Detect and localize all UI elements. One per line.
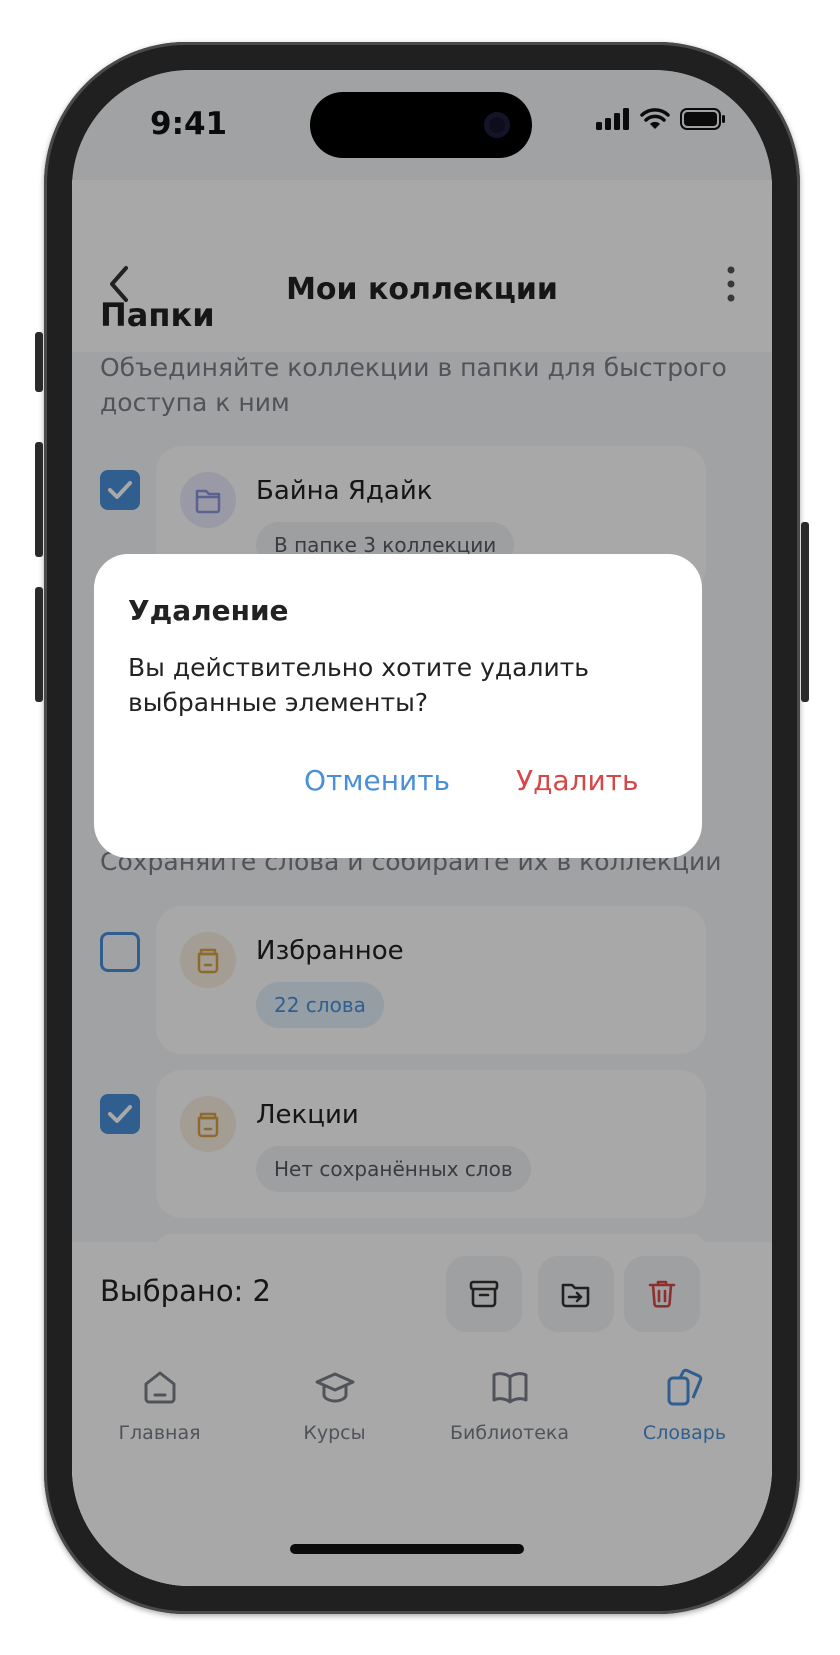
volume-down-button [35, 587, 43, 702]
mute-switch [35, 332, 43, 392]
confirm-delete-button[interactable]: Удалить [516, 764, 639, 797]
cancel-button[interactable]: Отменить [304, 764, 450, 797]
camera [484, 112, 510, 138]
dialog-title: Удаление [128, 594, 289, 627]
delete-dialog: Удаление Вы действительно хотите удалить… [94, 554, 702, 858]
volume-up-button [35, 442, 43, 557]
screen: 9:41 Мои коллекции Папки Объединяйте кол… [72, 70, 772, 1586]
dynamic-island [310, 92, 532, 158]
power-button [801, 522, 809, 702]
dialog-message: Вы действительно хотите удалить выбранны… [128, 653, 589, 717]
